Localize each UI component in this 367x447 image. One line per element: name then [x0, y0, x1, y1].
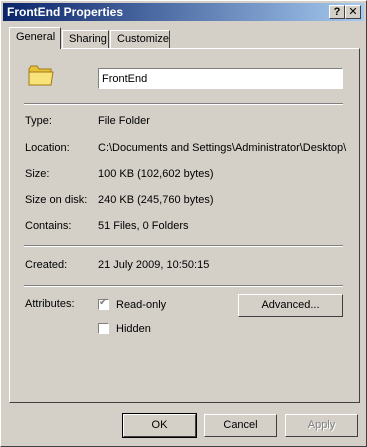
ok-button-label: OK	[151, 419, 168, 431]
advanced-button[interactable]: Advanced...	[238, 294, 343, 317]
tab-general[interactable]: General	[9, 27, 61, 49]
divider	[24, 103, 343, 105]
close-icon: ✕	[348, 6, 358, 18]
help-button[interactable]: ?	[329, 5, 345, 19]
apply-button-label: Apply	[307, 419, 336, 431]
cancel-button[interactable]: Cancel	[204, 414, 277, 437]
created-value: 21 July 2009, 10:50:15	[98, 259, 210, 271]
tab-sharing-label: Sharing	[69, 33, 107, 45]
ok-button[interactable]: OK	[122, 413, 197, 438]
type-value: File Folder	[98, 115, 150, 127]
close-button[interactable]: ✕	[345, 5, 361, 19]
read-only-label: Read-only	[116, 299, 167, 311]
tab-customize-label: Customize	[117, 33, 169, 45]
cancel-button-label: Cancel	[223, 419, 258, 431]
checkmark-icon: ✔	[99, 297, 108, 308]
properties-dialog: FrontEnd Properties ? ✕ General Sharing …	[0, 0, 367, 447]
tab-general-label: General	[16, 31, 56, 43]
folder-icon	[28, 65, 54, 86]
advanced-button-label: Advanced...	[261, 299, 320, 311]
attributes-label: Attributes:	[25, 298, 75, 310]
created-label: Created:	[25, 259, 68, 271]
tab-sharing[interactable]: Sharing	[62, 30, 109, 49]
read-only-checkbox[interactable]: ✔	[98, 297, 109, 310]
title-bar[interactable]: FrontEnd Properties ? ✕	[3, 3, 364, 21]
location-label: Location:	[25, 142, 70, 154]
location-value: C:\Documents and Settings\Administrator\…	[98, 142, 347, 154]
divider	[24, 285, 343, 287]
help-icon: ?	[333, 6, 341, 18]
size-on-disk-label: Size on disk:	[25, 194, 88, 206]
size-label: Size:	[25, 168, 50, 180]
divider	[24, 245, 343, 247]
general-panel: Type: File Folder Location: C:\Documents…	[9, 48, 360, 403]
hidden-label: Hidden	[116, 323, 151, 335]
window-title: FrontEnd Properties	[7, 5, 124, 19]
contains-label: Contains:	[25, 220, 72, 232]
folder-name-input[interactable]	[98, 68, 343, 89]
apply-button[interactable]: Apply	[285, 414, 358, 437]
hidden-checkbox[interactable]	[98, 323, 109, 334]
size-value: 100 KB (102,602 bytes)	[98, 168, 214, 180]
tab-customize[interactable]: Customize	[110, 30, 170, 49]
contains-value: 51 Files, 0 Folders	[98, 220, 189, 232]
size-on-disk-value: 240 KB (245,760 bytes)	[98, 194, 214, 206]
type-label: Type:	[25, 115, 52, 127]
